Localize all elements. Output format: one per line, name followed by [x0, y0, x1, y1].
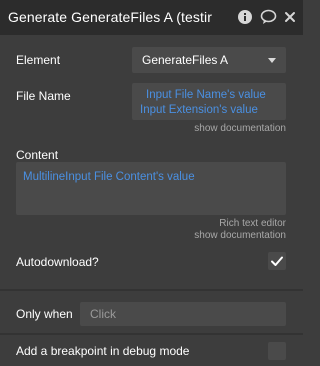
element-dropdown-value: GenerateFiles A	[142, 53, 229, 67]
file-name-label: File Name	[16, 89, 71, 103]
content-show-documentation[interactable]: show documentation	[194, 230, 286, 241]
content-label: Content	[16, 148, 59, 162]
file-name-dynamic-value-1[interactable]: Input File Name's value	[146, 89, 266, 101]
rich-text-editor-link[interactable]: Rich text editor	[219, 218, 286, 229]
file-name-dynamic-value-2[interactable]: Input Extension's value	[140, 104, 258, 116]
only-when-input[interactable]: Click	[80, 302, 286, 326]
breakpoint-checkbox[interactable]	[268, 342, 286, 360]
comment-icon[interactable]	[259, 8, 277, 26]
file-name-show-documentation[interactable]: show documentation	[194, 123, 286, 134]
info-icon[interactable]	[236, 8, 254, 26]
only-when-label: Only when	[16, 307, 73, 321]
breakpoint-label: Add a breakpoint in debug mode	[16, 344, 190, 358]
element-label: Element	[16, 53, 61, 67]
chevron-down-icon	[268, 58, 276, 63]
panel-title: Generate GenerateFiles A (testir	[8, 9, 212, 25]
panel-header: Generate GenerateFiles A (testir	[0, 0, 303, 35]
autodownload-checkbox[interactable]	[268, 252, 286, 270]
element-dropdown[interactable]: GenerateFiles A	[132, 47, 286, 73]
autodownload-label: Autodownload?	[16, 255, 99, 269]
content-dynamic-value[interactable]: MultilineInput File Content's value	[23, 171, 195, 183]
content-expression[interactable]: MultilineInput File Content's value	[16, 162, 286, 215]
only-when-placeholder: Click	[90, 307, 116, 321]
checkmark-icon	[271, 256, 283, 266]
section-divider	[0, 333, 303, 335]
file-name-expression[interactable]: Input File Name's value Input Extension'…	[132, 83, 286, 120]
section-divider	[0, 289, 303, 291]
close-icon[interactable]	[281, 8, 299, 26]
